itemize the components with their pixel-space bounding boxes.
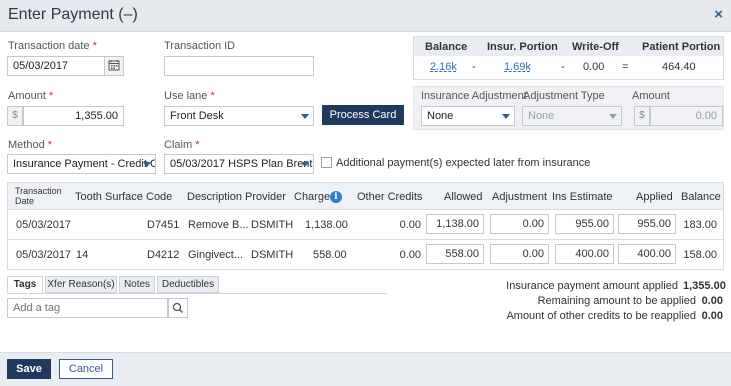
row-date: 05/03/2017 xyxy=(16,249,72,261)
ins-estimate-input[interactable]: 400.00 xyxy=(555,244,614,264)
applied-input[interactable]: 955.00 xyxy=(618,214,676,234)
col-transaction-date: Transaction Date xyxy=(15,186,62,206)
tab-xfer-reasons[interactable]: Xfer Reason(s) xyxy=(45,276,117,293)
claim-select[interactable]: 05/03/2017 HSPS Plan Brent xyxy=(164,154,314,174)
col-ins-estimate: Ins Estimate xyxy=(552,191,613,203)
balance-header: Balance xyxy=(425,41,468,53)
row-description: Remove B... xyxy=(188,219,249,231)
row-charge: 1,138.00 xyxy=(305,219,348,231)
row-provider: DSMITH xyxy=(251,249,294,261)
adjustment-input[interactable]: 0.00 xyxy=(490,244,549,264)
patient-portion-value: 464.40 xyxy=(662,61,696,73)
transaction-date-label: Transaction date * xyxy=(8,40,97,52)
table-row: 05/03/2017 14 D4212 Gingivect... DSMITH … xyxy=(7,240,724,270)
minus-operator-2: - xyxy=(561,61,565,73)
claim-label: Claim * xyxy=(164,139,200,151)
allowed-input[interactable]: 558.00 xyxy=(426,244,484,264)
applied-amount-label: Insurance payment amount applied xyxy=(506,280,678,292)
search-icon[interactable] xyxy=(168,298,188,318)
tab-deductibles[interactable]: Deductibles xyxy=(157,276,219,293)
other-credits-value: 0.00 xyxy=(701,310,723,322)
col-description: Description xyxy=(187,191,243,203)
adjustment-type-select: None xyxy=(522,106,622,126)
row-other-credits: 0.00 xyxy=(399,219,421,231)
insur-portion-header: Insur. Portion xyxy=(487,41,558,53)
chevron-down-icon xyxy=(301,162,309,167)
write-off-header: Write-Off xyxy=(572,41,619,53)
other-credits-label: Amount of other credits to be reapplied xyxy=(506,310,696,322)
patient-portion-header: Patient Portion xyxy=(642,41,721,53)
save-button[interactable]: Save xyxy=(7,359,51,379)
dialog-title: Enter Payment (–) xyxy=(8,6,138,23)
amount-input[interactable]: 1,355.00 xyxy=(23,106,124,126)
row-provider: DSMITH xyxy=(251,219,294,231)
tab-notes[interactable]: Notes xyxy=(119,276,155,293)
tab-tags[interactable]: Tags xyxy=(7,276,43,293)
use-lane-label: Use lane * xyxy=(164,90,215,102)
adjustment-amount-input: 0.00 xyxy=(650,106,723,126)
amount-label: Amount * xyxy=(8,90,54,102)
write-off-value: 0.00 xyxy=(583,61,605,73)
minus-operator: - xyxy=(472,61,476,73)
insur-portion-link[interactable]: 1.69k xyxy=(504,61,531,73)
transaction-date-input[interactable]: 05/03/2017 xyxy=(7,56,105,76)
dollar-addon: $ xyxy=(634,106,650,126)
transaction-id-label: Transaction ID xyxy=(164,40,236,52)
info-icon[interactable]: i xyxy=(330,191,342,203)
col-surface: Surface xyxy=(105,191,143,203)
chevron-down-icon xyxy=(609,114,617,119)
col-balance: Balance xyxy=(681,191,721,203)
equals-operator: = xyxy=(622,61,629,73)
applied-input[interactable]: 400.00 xyxy=(618,244,676,264)
allowed-input[interactable]: 1,138.00 xyxy=(426,214,484,234)
close-icon[interactable]: × xyxy=(714,6,723,23)
insurance-adjustment-label: Insurance Adjustment xyxy=(421,90,527,102)
col-applied: Applied xyxy=(636,191,673,203)
additional-payment-label: Additional payment(s) expected later fro… xyxy=(336,157,591,169)
col-allowed: Allowed xyxy=(444,191,483,203)
chevron-down-icon xyxy=(502,114,510,119)
balance-link[interactable]: 2.16k xyxy=(430,61,457,73)
row-charge: 558.00 xyxy=(313,249,347,261)
row-other-credits: 0.00 xyxy=(399,249,421,261)
method-label: Method * xyxy=(8,139,53,151)
row-balance: 158.00 xyxy=(683,249,717,261)
col-adjustment: Adjustment xyxy=(492,191,548,203)
use-lane-select[interactable]: Front Desk xyxy=(164,106,314,126)
adjustment-type-label: Adjustment Type xyxy=(523,90,605,102)
col-code: Code xyxy=(146,191,173,203)
tab-divider xyxy=(7,293,387,294)
transaction-id-input[interactable] xyxy=(164,56,314,76)
chevron-down-icon xyxy=(301,114,309,119)
adjustment-input[interactable]: 0.00 xyxy=(490,214,549,234)
process-card-button[interactable]: Process Card xyxy=(322,105,404,125)
table-row: 05/03/2017 D7451 Remove B... DSMITH 1,13… xyxy=(7,210,724,240)
col-provider: Provider xyxy=(245,191,286,203)
tag-input[interactable] xyxy=(7,298,168,318)
ins-estimate-input[interactable]: 955.00 xyxy=(555,214,614,234)
cancel-button[interactable]: Cancel xyxy=(59,359,113,379)
remaining-amount-label: Remaining amount to be applied xyxy=(537,295,696,307)
chevron-down-icon xyxy=(143,162,151,167)
dollar-addon: $ xyxy=(7,106,23,126)
col-tooth: Tooth xyxy=(75,191,102,203)
col-charge: Charge xyxy=(294,191,331,203)
additional-payment-checkbox[interactable] xyxy=(321,157,332,168)
row-date: 05/03/2017 xyxy=(16,219,72,231)
method-select[interactable]: Insurance Payment - Credit Ca xyxy=(7,154,156,174)
insurance-adjustment-select[interactable]: None xyxy=(421,106,515,126)
row-code: D7451 xyxy=(147,219,180,231)
row-description: Gingivect... xyxy=(188,249,244,261)
remaining-amount-value: 0.00 xyxy=(701,295,723,307)
col-other-credits: Other Credits xyxy=(357,191,423,203)
row-code: D4212 xyxy=(147,249,180,261)
applied-amount-value: 1,355.00 xyxy=(683,280,726,292)
adjustment-amount-label: Amount xyxy=(632,90,670,102)
row-balance: 183.00 xyxy=(683,219,717,231)
calendar-icon[interactable] xyxy=(104,56,124,76)
row-tooth: 14 xyxy=(76,249,89,261)
